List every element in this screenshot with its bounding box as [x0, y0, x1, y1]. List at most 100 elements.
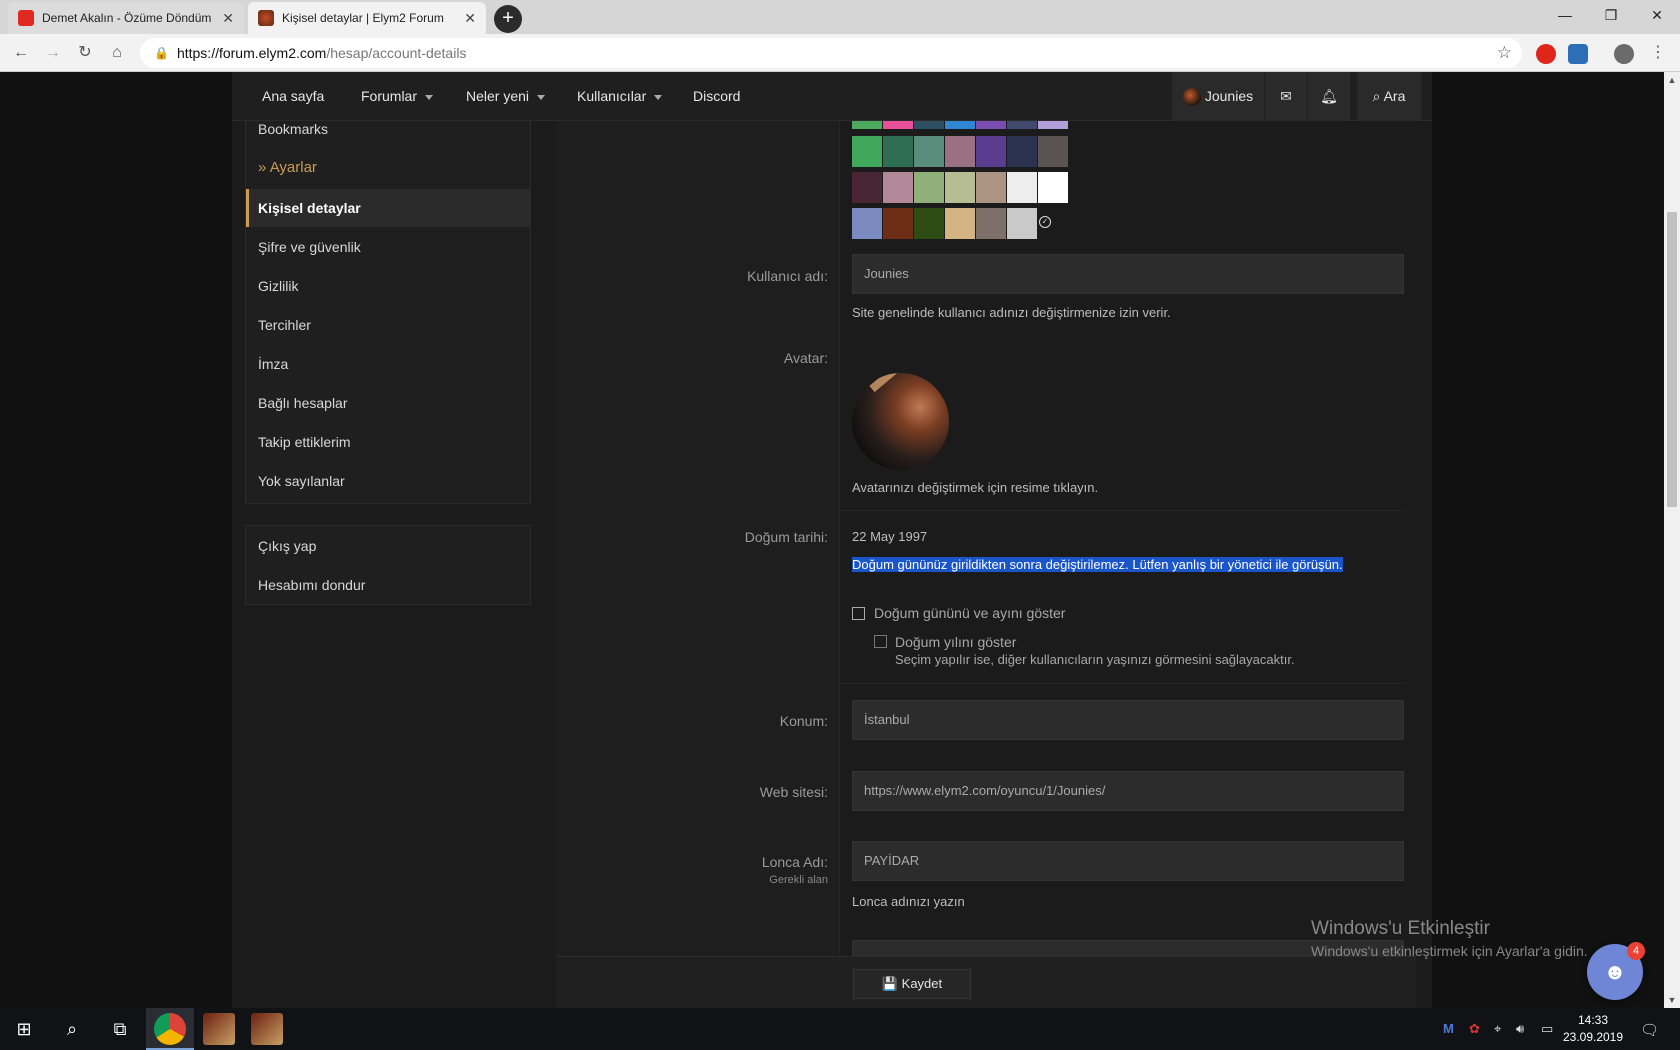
guild-field[interactable]: PAYİDAR: [852, 841, 1404, 881]
nav-members[interactable]: Kullanıcılar: [577, 72, 663, 121]
forward-icon[interactable]: →: [40, 40, 66, 66]
new-tab-button[interactable]: +: [494, 5, 522, 33]
task-view-icon[interactable]: ⧉: [96, 1008, 144, 1050]
sidebar-item-logout[interactable]: Çıkış yap: [258, 538, 316, 554]
nav-forums[interactable]: Forumlar: [361, 72, 434, 121]
tab-forum[interactable]: Kişisel detaylar | Elym2 Forum ✕: [248, 2, 486, 34]
sidebar-item-following[interactable]: Takip ettiklerim: [258, 434, 351, 450]
sidebar-item-freeze-account[interactable]: Hesabımı dondur: [258, 577, 365, 593]
address-bar[interactable]: 🔒 https://forum.elym2.com/hesap/account-…: [140, 38, 1522, 68]
color-swatch[interactable]: [1007, 172, 1037, 203]
bookmark-star-icon[interactable]: ☆: [1497, 43, 1512, 63]
chrome-icon[interactable]: [154, 1013, 186, 1045]
search-icon: ⌕: [1372, 88, 1381, 104]
nav-alerts[interactable]: 🔔︎: [1308, 72, 1350, 121]
network-icon[interactable]: ⌖: [1494, 1021, 1501, 1037]
sidebar-item-password[interactable]: Şifre ve güvenlik: [258, 239, 361, 255]
color-swatch[interactable]: [914, 172, 944, 203]
guild-hint: Lonca adınızı yazın: [852, 894, 965, 909]
color-swatch[interactable]: [1038, 172, 1068, 203]
chevron-down-icon[interactable]: [537, 94, 546, 100]
color-swatch[interactable]: [945, 136, 975, 167]
chevron-down-icon[interactable]: [425, 94, 434, 100]
guild-label: Lonca Adı: Gerekli alan: [528, 854, 828, 886]
nav-home[interactable]: Ana sayfa: [262, 72, 324, 121]
save-button[interactable]: 💾 Kaydet: [853, 969, 971, 999]
color-swatch[interactable]: [945, 172, 975, 203]
tab-youtube[interactable]: Demet Akalın - Özüme Döndüm ✕: [8, 2, 244, 34]
show-year-checkbox[interactable]: [874, 635, 887, 648]
username-hint: Site genelinde kullanıcı adınızı değişti…: [852, 305, 1171, 320]
volume-icon[interactable]: 🔊︎: [1516, 1021, 1524, 1037]
color-swatch[interactable]: [914, 208, 944, 239]
game-app-icon[interactable]: [203, 1013, 235, 1045]
reload-icon[interactable]: ↻: [72, 40, 98, 66]
sidebar-item-preferences[interactable]: Tercihler: [258, 317, 311, 333]
username-field[interactable]: Jounies: [852, 254, 1404, 294]
color-swatch[interactable]: [1038, 136, 1068, 167]
show-day-month-label[interactable]: Doğum gününü ve ayını göster: [874, 605, 1065, 621]
color-swatch[interactable]: [1007, 136, 1037, 167]
show-day-month-checkbox[interactable]: [852, 607, 865, 620]
divider: [840, 510, 1406, 511]
notification-center-icon[interactable]: 🗨︎: [1640, 1021, 1659, 1039]
color-swatch[interactable]: [883, 136, 913, 167]
color-swatch[interactable]: [883, 172, 913, 203]
website-field[interactable]: https://www.elym2.com/oyuncu/1/Jounies/: [852, 771, 1404, 811]
windows-start-icon[interactable]: ⊞: [0, 1008, 48, 1050]
color-swatch[interactable]: [852, 208, 882, 239]
discord-widget-button[interactable]: ☻ 4: [1587, 942, 1645, 1000]
close-tab-icon[interactable]: ✕: [464, 10, 476, 27]
tray-app-icon[interactable]: ✿: [1469, 1021, 1480, 1037]
extension-icon[interactable]: [1568, 44, 1588, 64]
menu-dots-icon[interactable]: ⋮: [1645, 40, 1671, 66]
avatar[interactable]: [852, 373, 949, 470]
scrollbar-thumb[interactable]: [1667, 212, 1677, 507]
search-icon[interactable]: ⌕: [48, 1008, 96, 1050]
sidebar-item-personal-details[interactable]: Kişisel detaylar: [258, 200, 361, 216]
divider: [840, 683, 1406, 684]
profile-icon[interactable]: [1614, 44, 1634, 64]
sidebar-item-bookmarks[interactable]: Bookmarks: [258, 121, 328, 137]
maximize-icon[interactable]: ❐: [1588, 0, 1634, 30]
close-tab-icon[interactable]: ✕: [222, 10, 234, 27]
chevron-down-icon[interactable]: [654, 94, 663, 100]
nav-inbox[interactable]: ✉: [1265, 72, 1307, 121]
sidebar-item-connected-accounts[interactable]: Bağlı hesaplar: [258, 395, 348, 411]
nav-search[interactable]: ⌕ Ara: [1357, 72, 1421, 121]
sidebar-item-privacy[interactable]: Gizlilik: [258, 278, 298, 294]
sidebar-item-ignored[interactable]: Yok sayılanlar: [258, 473, 345, 489]
malwarebytes-icon[interactable]: M: [1443, 1021, 1454, 1036]
color-swatch[interactable]: [914, 136, 944, 167]
url-path: /hesap/account-details: [326, 45, 467, 61]
sidebar-item-signature[interactable]: İmza: [258, 356, 288, 372]
location-field[interactable]: İstanbul: [852, 700, 1404, 740]
scroll-down-icon[interactable]: ▼: [1664, 992, 1680, 1008]
extension-opera-icon[interactable]: [1536, 44, 1556, 64]
color-swatch[interactable]: [1007, 208, 1037, 239]
nav-whats-new[interactable]: Neler yeni: [466, 72, 546, 121]
color-swatch[interactable]: [852, 172, 882, 203]
color-swatch[interactable]: [976, 172, 1006, 203]
page-scrollbar[interactable]: ▲ ▼: [1664, 72, 1680, 1008]
nav-discord[interactable]: Discord: [693, 72, 740, 121]
back-icon[interactable]: ←: [8, 40, 34, 66]
color-swatch[interactable]: [852, 136, 882, 167]
color-swatch[interactable]: [976, 208, 1006, 239]
color-swatch[interactable]: [945, 208, 975, 239]
color-swatch[interactable]: [883, 208, 913, 239]
sidebar-account: Çıkış yap Hesabımı dondur: [245, 525, 531, 605]
nav-user-account[interactable]: Jounies: [1172, 72, 1264, 121]
game-app-icon[interactable]: [251, 1013, 283, 1045]
minimize-icon[interactable]: —: [1542, 0, 1588, 30]
notification-badge: 4: [1627, 942, 1645, 960]
close-window-icon[interactable]: ✕: [1634, 0, 1680, 30]
scroll-up-icon[interactable]: ▲: [1664, 72, 1680, 88]
sidebar-section-label: Ayarlar: [269, 159, 317, 176]
color-swatch[interactable]: [976, 136, 1006, 167]
show-year-label[interactable]: Doğum yılını göster: [895, 634, 1016, 650]
taskbar-clock[interactable]: 14:33 23.09.2019: [1562, 1012, 1624, 1046]
home-icon[interactable]: ⌂: [104, 40, 130, 66]
display-icon[interactable]: ▭: [1541, 1021, 1553, 1037]
watermark-subtitle: Windows'u etkinleştirmek için Ayarlar'a …: [1311, 943, 1588, 959]
